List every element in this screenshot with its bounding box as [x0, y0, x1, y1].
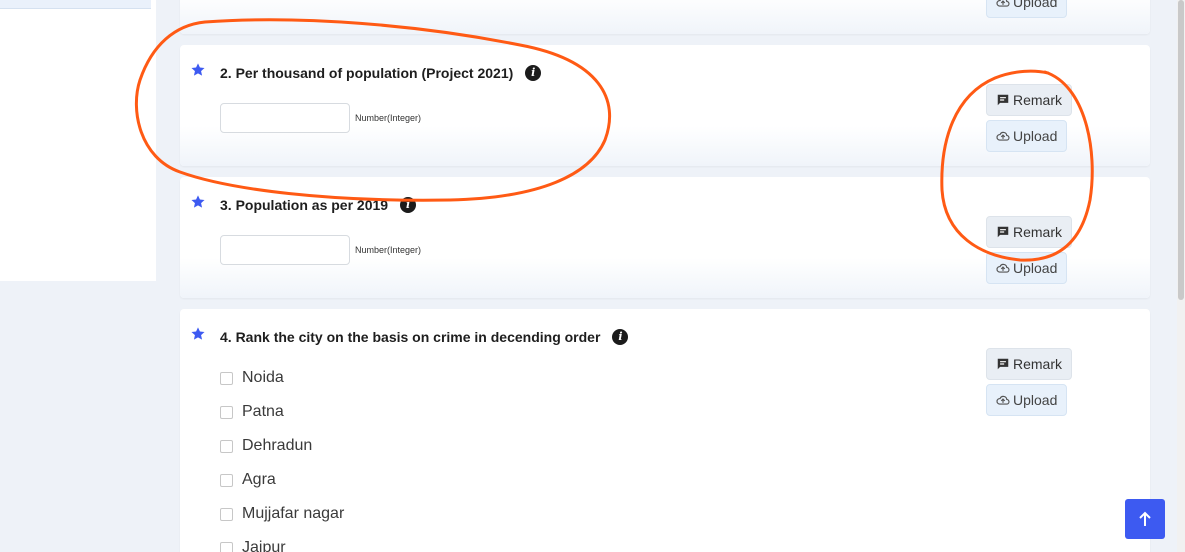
info-icon[interactable]: i [400, 197, 417, 213]
comment-icon [997, 94, 1009, 106]
scroll-to-top-button[interactable] [1125, 499, 1165, 539]
remark-button[interactable]: Remark [986, 348, 1073, 380]
comment-icon [997, 358, 1009, 370]
upload-label: Upload [1013, 128, 1058, 144]
option-label: Noida [242, 369, 284, 386]
upload-button[interactable]: Upload [986, 384, 1068, 416]
number-input[interactable] [220, 103, 350, 133]
remark-label: Remark [1013, 92, 1063, 108]
question-title-text: 4. Rank the city on the basis on crime i… [220, 329, 601, 345]
option-label: Mujjafar nagar [242, 505, 345, 522]
question-title: 3. Population as per 2019 i [220, 197, 417, 213]
cloud-upload-icon [996, 263, 1010, 273]
option-label: Jaipur [242, 539, 286, 552]
comment-icon [997, 226, 1009, 238]
upload-button[interactable]: Upload [986, 120, 1068, 152]
question-card-1: Upload [180, 0, 1150, 34]
checkbox[interactable] [220, 541, 233, 552]
remark-label: Remark [1013, 224, 1063, 240]
star-icon [191, 63, 205, 76]
question-card-2: 2. Per thousand of population (Project 2… [180, 45, 1150, 166]
left-panel [0, 0, 156, 281]
remark-button[interactable]: Remark [986, 216, 1073, 248]
cloud-upload-icon [996, 395, 1010, 405]
checkbox[interactable] [220, 371, 233, 385]
info-icon[interactable]: i [612, 329, 629, 345]
question-title: 4. Rank the city on the basis on crime i… [220, 329, 629, 345]
upload-label: Upload [1013, 0, 1058, 10]
question-title-text: 3. Population as per 2019 [220, 197, 389, 213]
upload-button[interactable]: Upload [986, 0, 1068, 18]
left-panel-header-strip [0, 0, 151, 9]
checkbox[interactable] [220, 439, 233, 453]
checkbox-option[interactable]: Noida [220, 369, 284, 387]
scrollbar[interactable] [1177, 0, 1185, 552]
remark-label: Remark [1013, 356, 1063, 372]
input-type-hint: Number(Integer) [355, 113, 422, 123]
option-label: Patna [242, 403, 284, 420]
arrow-up-icon [1139, 511, 1151, 526]
scrollbar-thumb[interactable] [1178, 0, 1184, 300]
checkbox-option[interactable]: Dehradun [220, 437, 312, 455]
info-icon[interactable]: i [525, 65, 542, 81]
question-title-text: 2. Per thousand of population (Project 2… [220, 65, 514, 81]
question-card-4: 4. Rank the city on the basis on crime i… [180, 309, 1150, 552]
question-title: 2. Per thousand of population (Project 2… [220, 65, 542, 81]
checkbox[interactable] [220, 405, 233, 419]
checkbox-option[interactable]: Agra [220, 471, 276, 489]
option-label: Dehradun [242, 437, 313, 454]
cloud-upload-icon [996, 131, 1010, 141]
cloud-upload-icon [996, 0, 1010, 7]
upload-button[interactable]: Upload [986, 252, 1068, 284]
star-icon [191, 327, 205, 340]
number-input[interactable] [220, 235, 350, 265]
question-card-3: 3. Population as per 2019 i Number(Integ… [180, 177, 1150, 298]
input-type-hint: Number(Integer) [355, 245, 422, 255]
upload-label: Upload [1013, 260, 1058, 276]
upload-label: Upload [1013, 392, 1058, 408]
checkbox-option[interactable]: Jaipur [220, 539, 286, 552]
checkbox-option[interactable]: Patna [220, 403, 284, 421]
option-label: Agra [242, 471, 276, 488]
checkbox[interactable] [220, 507, 233, 521]
checkbox-option[interactable]: Mujjafar nagar [220, 505, 344, 523]
remark-button[interactable]: Remark [986, 84, 1073, 116]
checkbox[interactable] [220, 473, 233, 487]
star-icon [191, 195, 205, 208]
